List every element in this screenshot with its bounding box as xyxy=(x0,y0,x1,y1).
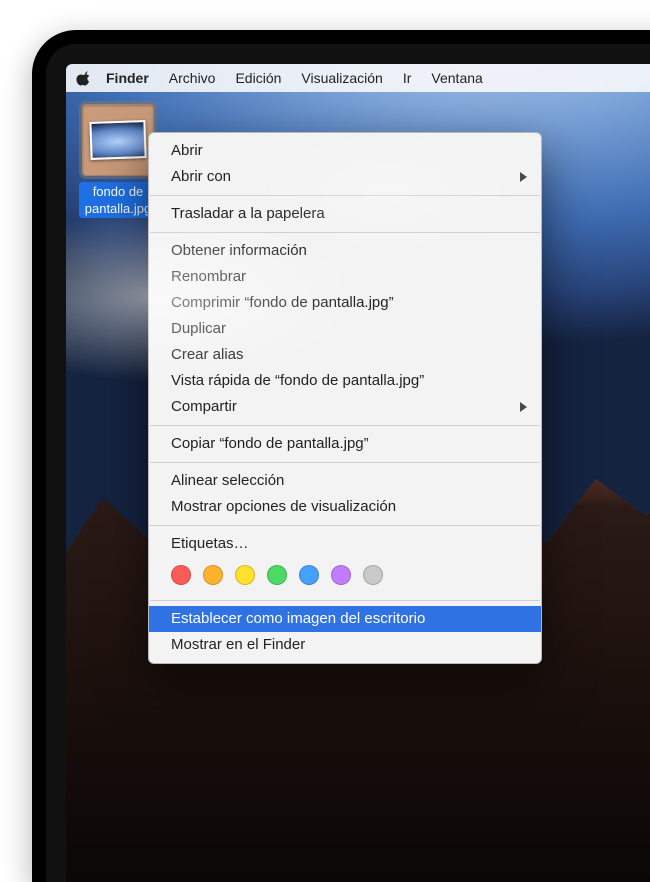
context-menu-item[interactable]: Vista rápida de “fondo de pantalla.jpg” xyxy=(149,368,541,394)
context-menu-item[interactable]: Trasladar a la papelera xyxy=(149,201,541,227)
menubar-item-ir[interactable]: Ir xyxy=(393,64,422,92)
thumbnail-image-icon xyxy=(89,120,146,160)
menubar-item-edición[interactable]: Edición xyxy=(225,64,291,92)
file-name-label: fondo de pantalla.jpg xyxy=(79,182,158,218)
tag-red[interactable] xyxy=(171,565,191,585)
tag-color-row xyxy=(149,557,541,595)
context-menu-item[interactable]: Mostrar opciones de visualización xyxy=(149,494,541,520)
menubar-item-visualización[interactable]: Visualización xyxy=(291,64,392,92)
context-menu-item[interactable]: Mostrar en el Finder xyxy=(149,632,541,658)
context-menu-item[interactable]: Abrir xyxy=(149,138,541,164)
context-menu-item[interactable]: Obtener información xyxy=(149,238,541,264)
menubar-app-name[interactable]: Finder xyxy=(96,64,159,92)
tag-blue[interactable] xyxy=(299,565,319,585)
apple-menu[interactable] xyxy=(66,71,96,86)
tag-green[interactable] xyxy=(267,565,287,585)
context-menu-separator xyxy=(150,462,540,463)
context-menu-separator xyxy=(150,232,540,233)
context-menu-separator xyxy=(150,195,540,196)
context-menu-item[interactable]: Duplicar xyxy=(149,316,541,342)
tag-purple[interactable] xyxy=(331,565,351,585)
context-menu-item[interactable]: Comprimir “fondo de pantalla.jpg” xyxy=(149,290,541,316)
context-menu-separator xyxy=(150,600,540,601)
tag-orange[interactable] xyxy=(203,565,223,585)
context-menu-item[interactable]: Copiar “fondo de pantalla.jpg” xyxy=(149,431,541,457)
context-menu-item[interactable]: Crear alias xyxy=(149,342,541,368)
context-menu-item[interactable]: Alinear selección xyxy=(149,468,541,494)
context-menu-item[interactable]: Renombrar xyxy=(149,264,541,290)
menubar-item-archivo[interactable]: Archivo xyxy=(159,64,226,92)
tag-gray[interactable] xyxy=(363,565,383,585)
menubar-item-ventana[interactable]: Ventana xyxy=(421,64,492,92)
file-thumbnail xyxy=(82,104,154,176)
context-menu-separator xyxy=(150,525,540,526)
desktop[interactable]: Finder ArchivoEdiciónVisualizaciónIrVent… xyxy=(66,64,650,882)
context-menu: AbrirAbrir con Trasladar a la papelera Obt… xyxy=(148,132,542,664)
menubar: Finder ArchivoEdiciónVisualizaciónIrVent… xyxy=(66,64,650,92)
context-menu-separator xyxy=(150,425,540,426)
apple-logo-icon xyxy=(74,71,89,86)
tag-yellow[interactable] xyxy=(235,565,255,585)
context-menu-item[interactable]: Etiquetas… xyxy=(149,531,541,557)
context-menu-item[interactable]: Establecer como imagen del escritorio xyxy=(149,606,541,632)
context-menu-item[interactable]: Compartir xyxy=(149,394,541,420)
device-bezel: Finder ArchivoEdiciónVisualizaciónIrVent… xyxy=(32,30,650,882)
device-inner-bezel: Finder ArchivoEdiciónVisualizaciónIrVent… xyxy=(46,44,650,882)
context-menu-item[interactable]: Abrir con xyxy=(149,164,541,190)
